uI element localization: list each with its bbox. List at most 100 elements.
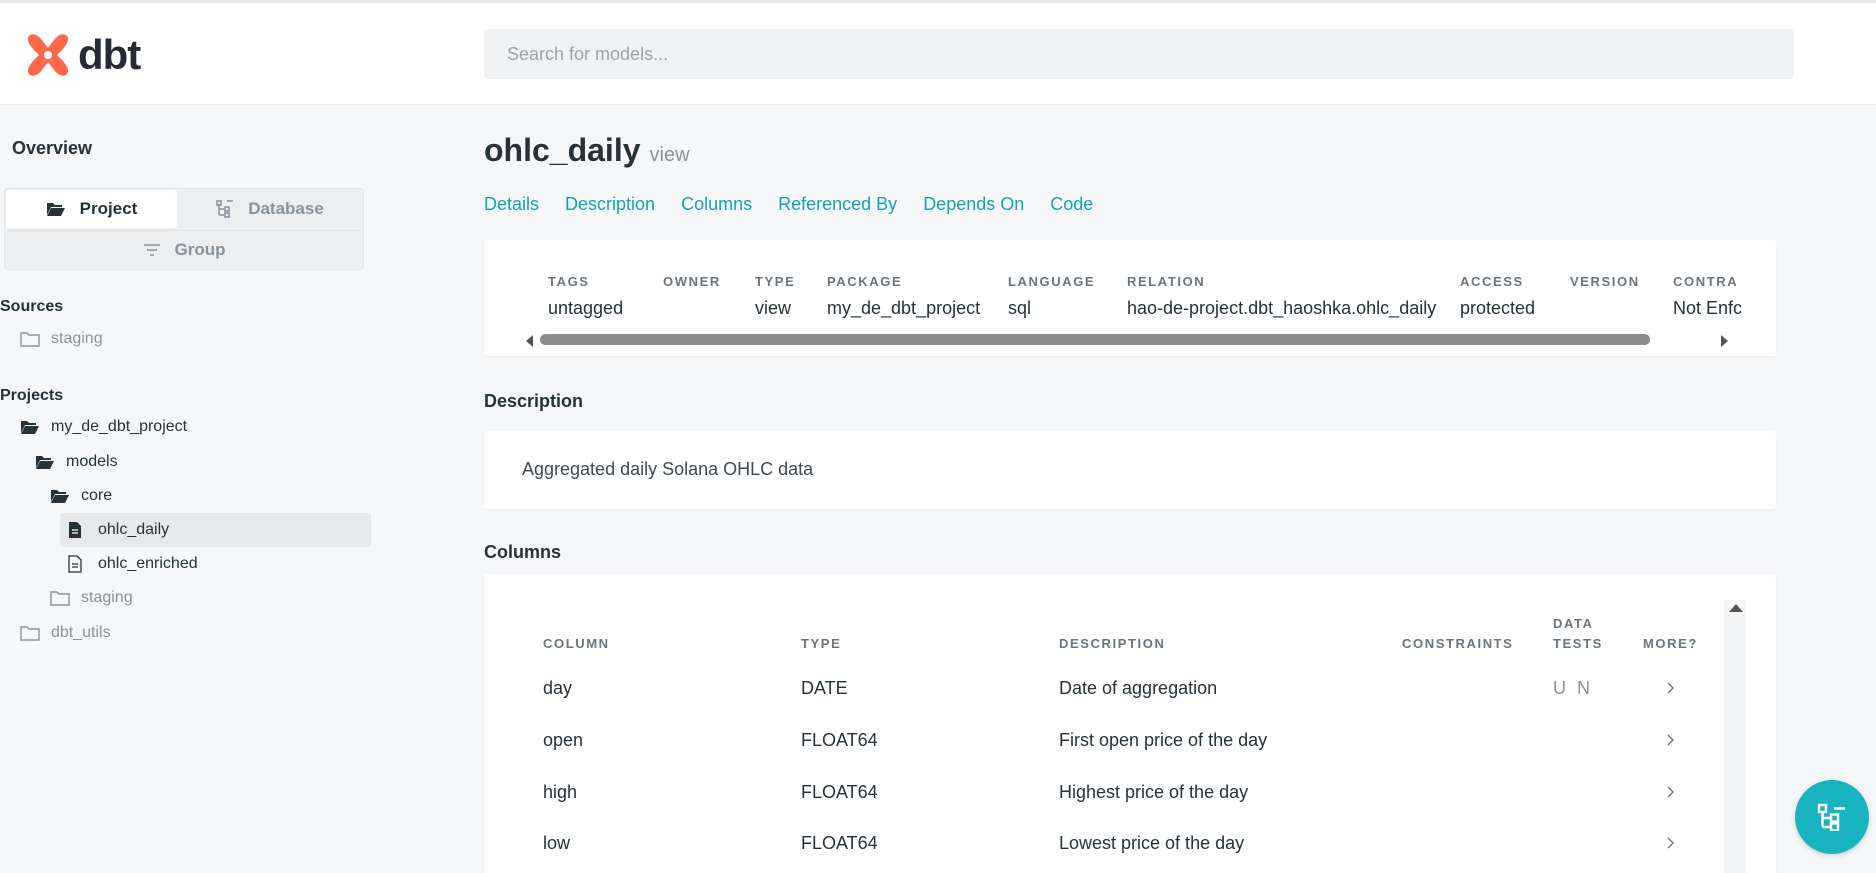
col-header-more: MORE? <box>1643 636 1698 651</box>
tree-item-ohlc-daily[interactable]: ohlc_daily <box>60 513 371 547</box>
detail-relation: RELATION hao-de-project.dbt_haoshka.ohlc… <box>1127 274 1436 319</box>
cell-column-name: open <box>543 730 584 750</box>
tab-database-label: Database <box>248 199 324 218</box>
folder-outline-icon <box>20 330 40 348</box>
table-row[interactable]: open FLOAT64 First open price of the day <box>484 714 1724 766</box>
chevron-right-icon[interactable] <box>1667 786 1675 798</box>
lineage-hierarchy-icon <box>1817 803 1845 831</box>
cell-description: Date of aggregation <box>1059 678 1218 698</box>
tree-item-ohlc-enriched[interactable]: ohlc_enriched <box>67 547 198 581</box>
detail-tags: TAGS untagged <box>548 274 623 319</box>
tab-database[interactable]: Database <box>177 190 363 228</box>
tree-item-label: ohlc_enriched <box>98 555 198 572</box>
cell-column-name: day <box>543 678 573 698</box>
tab-columns[interactable]: Columns <box>681 194 752 215</box>
chevron-right-icon[interactable] <box>1667 837 1675 849</box>
description-heading: Description <box>484 391 584 411</box>
hierarchy-icon <box>216 200 234 218</box>
table-row[interactable]: day DATE Date of aggregation U N <box>484 662 1724 714</box>
tree-item-label: staging <box>51 330 103 347</box>
tree-item-core[interactable]: core <box>50 479 112 513</box>
tree-item-label: models <box>66 453 118 470</box>
detail-label: LANGUAGE <box>1008 274 1096 289</box>
tree-item-my-de-dbt-project[interactable]: my_de_dbt_project <box>20 410 187 444</box>
tree-item-label: staging <box>81 589 133 606</box>
scroll-left-arrow-icon[interactable] <box>526 335 533 347</box>
detail-label: TAGS <box>548 274 590 289</box>
tab-project[interactable]: Project <box>6 190 177 228</box>
tab-description[interactable]: Description <box>565 194 655 215</box>
detail-language: LANGUAGE sql <box>1008 274 1095 319</box>
tree-item-label: my_de_dbt_project <box>51 418 188 435</box>
detail-value: Not Enfc <box>1673 298 1741 318</box>
cell-description: First open price of the day <box>1059 730 1268 750</box>
detail-value: protected <box>1460 298 1536 318</box>
scroll-right-arrow-icon[interactable] <box>1721 335 1728 347</box>
detail-label: VERSION <box>1570 274 1640 289</box>
detail-label: OWNER <box>663 274 721 289</box>
tab-group[interactable]: Group <box>6 230 362 268</box>
tab-code[interactable]: Code <box>1050 194 1093 215</box>
tree-item-staging[interactable]: staging <box>50 581 133 615</box>
detail-package: PACKAGE my_de_dbt_project <box>827 274 980 319</box>
cell-type: DATE <box>801 678 848 698</box>
col-header-tests: TESTS <box>1553 636 1603 651</box>
file-outline-icon <box>67 555 87 573</box>
sidebar: Overview Project Database Group Sources … <box>0 106 380 873</box>
dbt-logo-icon <box>27 34 69 76</box>
detail-version: VERSION <box>1570 274 1640 298</box>
tree-item-models[interactable]: models <box>35 445 118 479</box>
model-name: ohlc_daily <box>484 132 641 168</box>
lineage-graph-button[interactable] <box>1795 780 1869 854</box>
cell-description: Highest price of the day <box>1059 782 1249 802</box>
folder-outline-icon <box>20 624 40 642</box>
tab-details[interactable]: Details <box>484 194 539 215</box>
tree-item-dbt-utils[interactable]: dbt_utils <box>20 616 111 650</box>
col-header-column: COLUMN <box>543 636 610 651</box>
col-header-description: DESCRIPTION <box>1059 636 1166 651</box>
description-card: Aggregated daily Solana OHLC data <box>484 431 1776 509</box>
cell-column-name: high <box>543 782 578 802</box>
main-content: ohlc_daily view Details Description Colu… <box>484 106 1776 873</box>
col-header-constraints: CONSTRAINTS <box>1402 636 1514 651</box>
chevron-right-icon[interactable] <box>1667 682 1675 694</box>
cell-type: FLOAT64 <box>801 782 878 802</box>
description-text: Aggregated daily Solana OHLC data <box>522 459 814 479</box>
cell-description: Lowest price of the day <box>1059 833 1245 853</box>
tab-group-label: Group <box>174 239 226 259</box>
dbt-logo[interactable]: dbt <box>24 31 141 79</box>
chevron-right-icon[interactable] <box>1667 734 1675 746</box>
scroll-thumb[interactable] <box>540 334 1650 345</box>
cell-data-tests: U N <box>1553 678 1593 698</box>
vertical-scrollbar[interactable] <box>1724 600 1746 873</box>
col-header-data: DATA <box>1553 616 1594 631</box>
detail-value: my_de_dbt_project <box>827 298 981 318</box>
columns-heading: Columns <box>484 542 562 562</box>
page-title: ohlc_daily view <box>484 132 690 169</box>
cell-type: FLOAT64 <box>801 730 878 750</box>
scroll-up-arrow-icon[interactable] <box>1729 604 1743 612</box>
table-row[interactable]: low FLOAT64 Lowest price of the day <box>484 817 1724 869</box>
tab-depends-on[interactable]: Depends On <box>923 194 1024 215</box>
cell-type: FLOAT64 <box>801 833 878 853</box>
detail-owner: OWNER <box>663 274 721 298</box>
folder-open-icon <box>35 453 55 471</box>
tree-item-label: dbt_utils <box>51 624 111 641</box>
brand-name: dbt <box>78 31 141 78</box>
detail-label: TYPE <box>755 274 796 289</box>
tree-item-label: ohlc_daily <box>98 521 170 538</box>
detail-label: RELATION <box>1127 274 1206 289</box>
table-row[interactable]: high FLOAT64 Highest price of the day <box>484 766 1724 818</box>
horizontal-scrollbar[interactable] <box>526 332 1728 347</box>
detail-value: view <box>755 298 792 318</box>
model-kind: view <box>649 144 690 166</box>
folder-open-icon <box>50 487 70 505</box>
tree-item-source-staging[interactable]: staging <box>20 322 103 356</box>
view-toggle: Project Database Group <box>4 188 364 270</box>
details-card: TAGS untagged OWNER TYPE view PACKAGE my… <box>484 240 1776 356</box>
tab-referenced-by[interactable]: Referenced By <box>778 194 897 215</box>
overview-link[interactable]: Overview <box>12 138 92 159</box>
col-header-data-tests: DATA TESTS <box>1553 614 1603 654</box>
search-input[interactable] <box>484 29 1794 79</box>
detail-access: ACCESS protected <box>1460 274 1535 319</box>
